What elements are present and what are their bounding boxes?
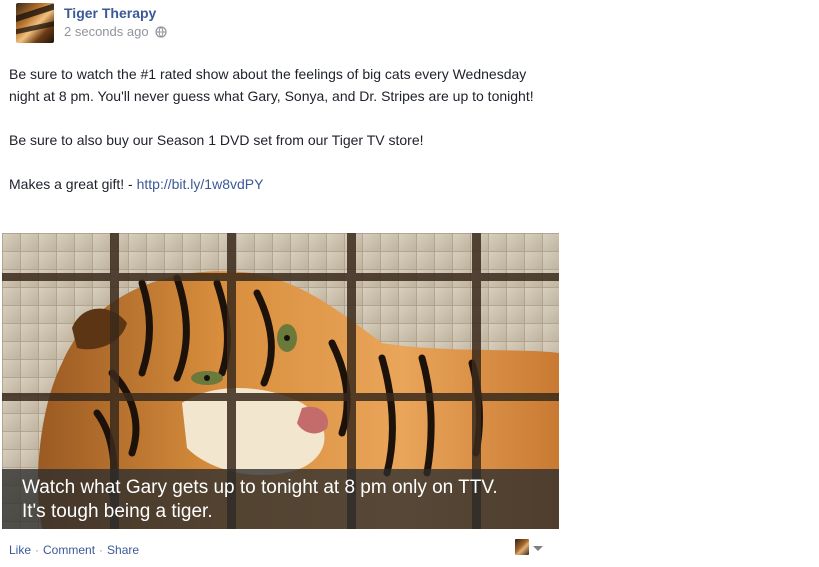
globe-icon[interactable] <box>154 25 167 38</box>
page-avatar-small <box>515 539 529 555</box>
caption-line-2: It's tough being a tiger. <box>22 501 213 522</box>
like-button[interactable]: Like <box>9 543 31 557</box>
caption-line-1: Watch what Gary gets up to tonight at 8 … <box>22 477 498 498</box>
comment-button[interactable]: Comment <box>43 543 95 557</box>
timestamp-row: 2 seconds ago <box>64 24 167 39</box>
chevron-down-icon[interactable] <box>533 545 543 551</box>
separator: · <box>99 543 104 557</box>
page-avatar[interactable] <box>16 3 54 43</box>
post-paragraph: Be sure to also buy our Season 1 DVD set… <box>9 132 424 148</box>
facebook-post: Tiger Therapy 2 seconds ago Be sure to w… <box>0 0 560 567</box>
photo-caption: Watch what Gary gets up to tonight at 8 … <box>2 469 559 529</box>
page-name-link[interactable]: Tiger Therapy <box>64 5 156 21</box>
gift-line: Makes a great gift! - http://bit.ly/1w8v… <box>9 173 549 195</box>
post-photo[interactable]: Watch what Gary gets up to tonight at 8 … <box>2 233 559 529</box>
share-button[interactable]: Share <box>107 543 139 557</box>
post-as-selector[interactable] <box>515 539 543 555</box>
post-actions: Like · Comment · Share <box>9 539 549 559</box>
timestamp[interactable]: 2 seconds ago <box>64 24 149 39</box>
store-link[interactable]: http://bit.ly/1w8vdPY <box>137 176 264 192</box>
gift-text: Makes a great gift! - <box>9 176 137 192</box>
post-paragraph: Be sure to watch the #1 rated show about… <box>9 66 534 104</box>
separator: · <box>35 543 40 557</box>
post-text: Be sure to watch the #1 rated show about… <box>9 63 549 195</box>
